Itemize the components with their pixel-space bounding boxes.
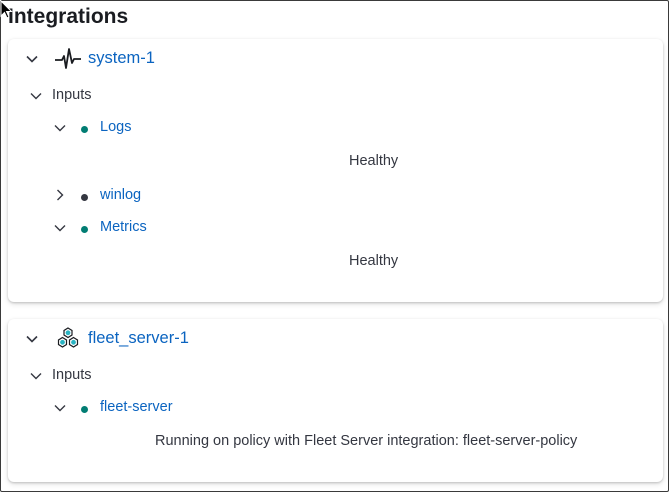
status-dot-healthy (81, 226, 88, 233)
input-item-logs[interactable]: Logs (100, 119, 131, 135)
input-item-winlog[interactable]: winlog (100, 187, 141, 203)
input-status-message: Healthy (349, 153, 399, 169)
chevron-down-icon[interactable] (53, 221, 67, 235)
mouse-cursor-icon (0, 0, 13, 19)
inputs-label: Inputs (52, 87, 92, 103)
chevron-right-icon[interactable] (53, 188, 67, 202)
fleet-server-icon (55, 326, 81, 357)
heartbeat-icon (55, 48, 81, 75)
input-item-metrics[interactable]: Metrics (100, 219, 147, 235)
input-status-message: Healthy (349, 253, 399, 269)
chevron-down-icon[interactable] (53, 121, 67, 135)
integration-name-link[interactable]: system-1 (88, 49, 155, 68)
chevron-down-icon[interactable] (29, 89, 43, 103)
status-dot-healthy (81, 406, 88, 413)
status-dot-unknown (81, 194, 88, 201)
integration-name[interactable]: system-1 (88, 49, 155, 68)
status-dot-healthy (81, 126, 88, 133)
chevron-down-icon[interactable] (25, 52, 39, 66)
page-title: Integrations (8, 5, 129, 28)
chevron-down-icon[interactable] (53, 401, 67, 415)
chevron-down-icon[interactable] (29, 369, 43, 383)
input-status-message: Running on policy with Fleet Server inte… (155, 433, 578, 449)
integration-name-link[interactable]: fleet_server-1 (88, 329, 189, 348)
integration-name[interactable]: fleet_server-1 (88, 329, 189, 348)
chevron-down-icon[interactable] (25, 332, 39, 346)
inputs-label: Inputs (52, 367, 92, 383)
integration-panel-system: system-1 Inputs Logs Healthy winlog Metr… (8, 39, 663, 302)
input-item-fleet-server[interactable]: fleet-server (100, 399, 173, 415)
integration-panel-fleet-server: fleet_server-1 Inputs fleet-server Runni… (8, 319, 663, 482)
